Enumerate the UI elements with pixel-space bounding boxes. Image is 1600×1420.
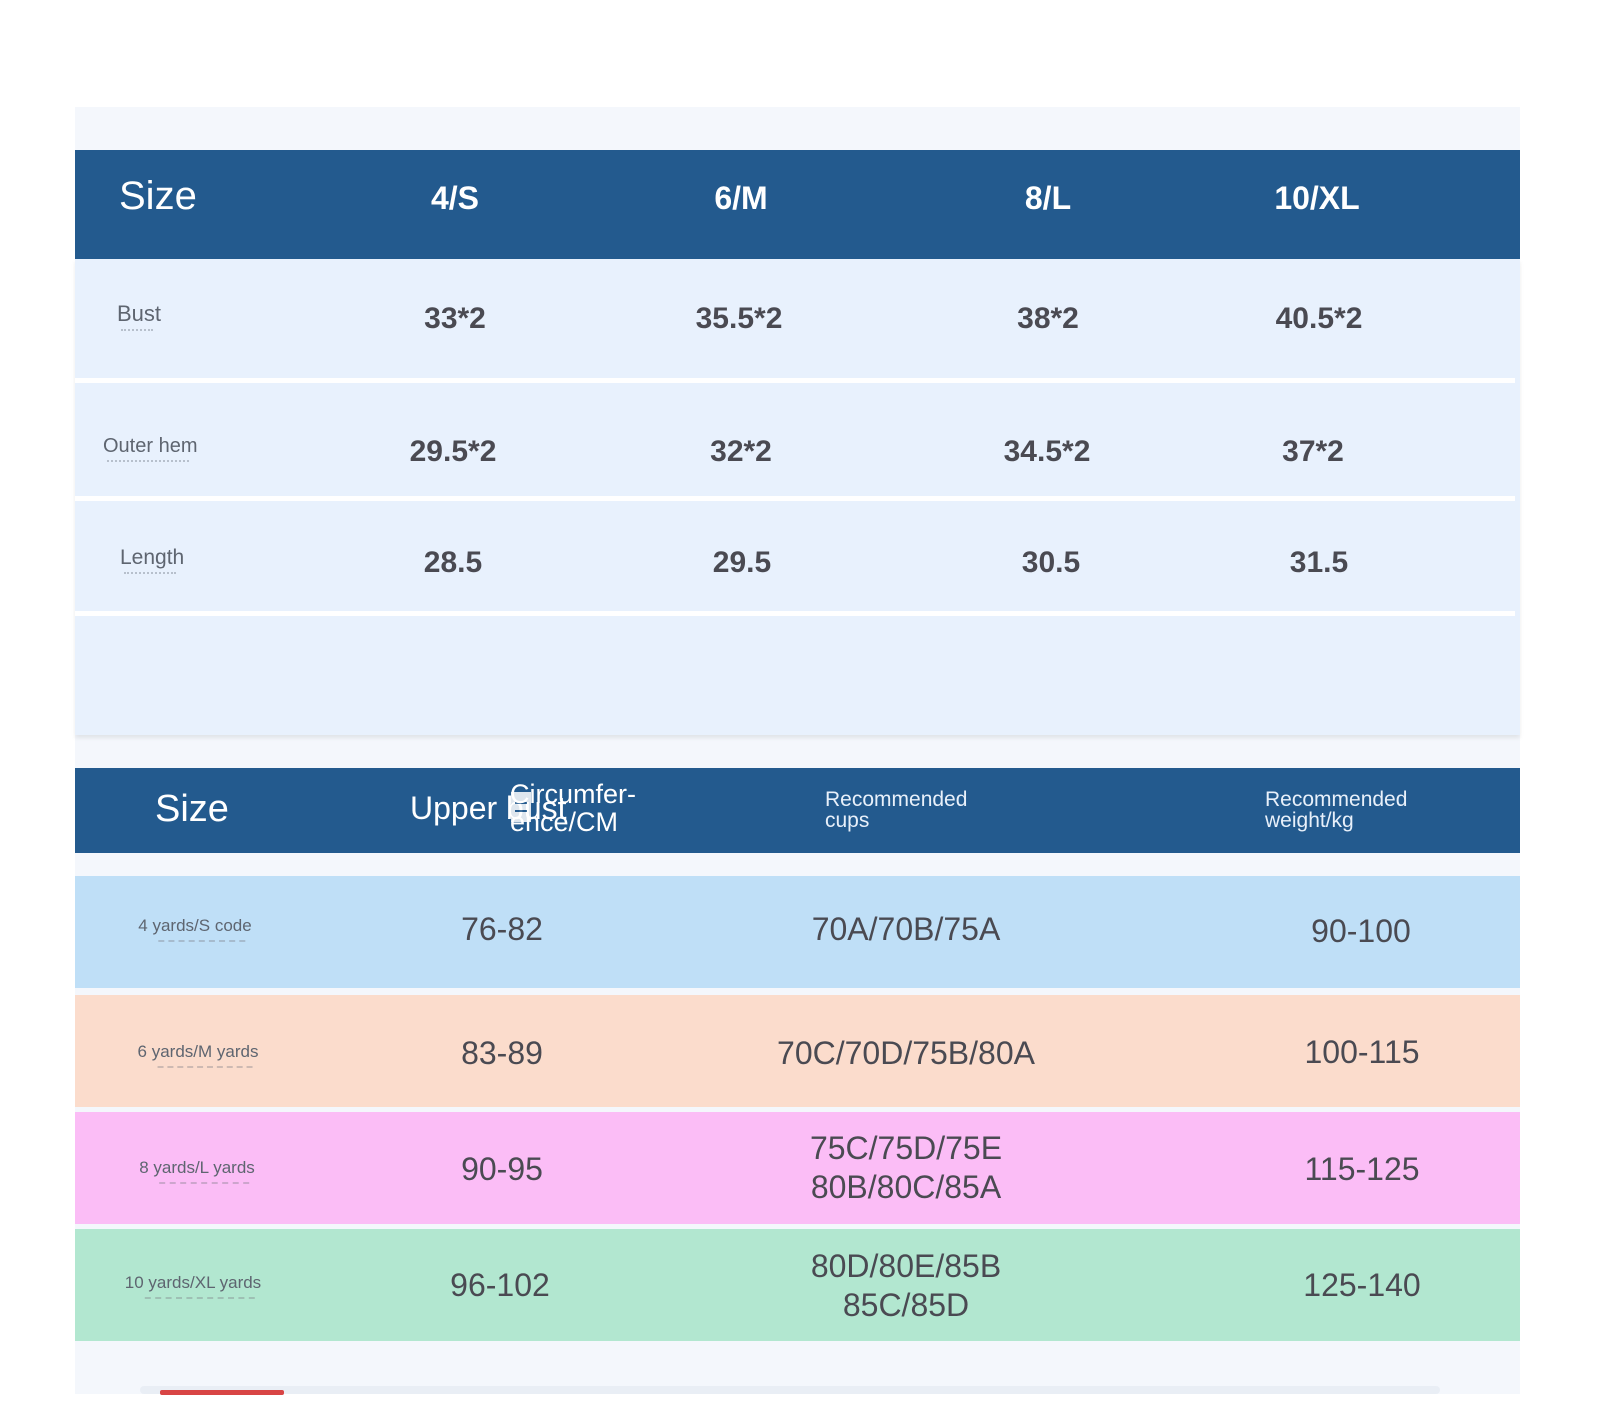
table-cell: 30.5 [1021,546,1081,579]
table-cell: 90-95 [461,1151,543,1187]
table-cell: 80D/80E/85B [810,1248,1002,1284]
table-cell: 76-82 [461,911,543,947]
row-label: 4 yards/S code [138,916,252,942]
row-divider [75,378,1515,383]
table-cell: 31.5 [1289,546,1349,579]
row-label: 8 yards/L yards [139,1158,255,1184]
table-cell: 80B/80C/85A [810,1169,1002,1205]
table-cell: 115-125 [1304,1151,1420,1187]
row-divider [75,611,1515,616]
table-header-row: Size 4/S 6/M 8/L 10/XL [75,150,1520,259]
footer-divider [140,1386,1440,1394]
table-cell: 75C/75D/75E [809,1130,1003,1166]
table-cell: 34.5*2 [1003,435,1091,468]
table-cell: 100-115 [1304,1034,1420,1070]
row-label: 6 yards/M yards [137,1042,259,1068]
table-cell: 40.5*2 [1275,302,1363,335]
table-row-bust: Bust 33*2 35.5*2 38*2 40.5*2 [75,262,1520,374]
table-cell: 28.5 [423,546,483,579]
table-row-m: 6 yards/M yards 83-89 70C/70D/75B/80A 10… [75,995,1520,1107]
table-cell: 29.5 [712,546,772,579]
table-cell: 85C/85D [842,1287,970,1323]
table-cell: 32*2 [710,435,772,468]
table-cell: 83-89 [461,1035,543,1071]
table-cell: 38*2 [1017,302,1079,335]
table-cell: 96-102 [450,1267,550,1303]
row-label-length: Length [120,546,185,574]
circumference-header: Circumfer-ence/CM [510,779,636,837]
recommended-cups-header: Recommended cups [825,788,968,832]
size-header: Size [119,174,197,218]
row-label-outer-hem: Outer hem [103,435,198,462]
size-header: Size [155,788,229,830]
table-cell: 70A/70B/75A [811,911,1001,947]
table-cell: 29.5*2 [409,435,497,468]
column-header-8l: 8/L [1024,180,1072,216]
row-divider [75,496,1515,501]
footer-accent-bar [160,1390,284,1395]
size-measure-table-header: Size 4/S 6/M 8/L 10/XL [75,150,1520,259]
column-header-4s: 4/S [430,180,480,216]
table-row-l: 8 yards/L yards 90-95 75C/75D/75E 80B/80… [75,1112,1520,1224]
table-row-outer-hem: Outer hem 29.5*2 32*2 34.5*2 37*2 [75,395,1520,507]
recommended-weight-header: Recommended weight/kg [1265,788,1408,832]
table-cell: 37*2 [1282,435,1344,468]
table-cell: 70C/70D/75B/80A [777,1035,1035,1071]
table-row-s: 4 yards/S code 76-82 70A/70B/75A 90-100 [75,876,1520,988]
column-header-10xl: 10/XL [1274,180,1360,216]
table-cell: 35.5*2 [695,302,783,335]
table-cell: 125-140 [1303,1267,1421,1303]
row-label: 10 yards/XL yards [124,1273,262,1299]
row-label-bust: Bust [117,301,162,331]
table-row-xl: 10 yards/XL yards 96-102 80D/80E/85B 85C… [75,1229,1520,1341]
table-cell: 90-100 [1311,913,1411,949]
table-row-length: Length 28.5 29.5 30.5 31.5 [75,506,1520,618]
column-header-6m: 6/M [714,180,768,216]
recommendation-table-header: Size Upper bust Circumfer-ence/CM Recomm… [75,768,1520,853]
table-cell: 33*2 [424,302,486,335]
